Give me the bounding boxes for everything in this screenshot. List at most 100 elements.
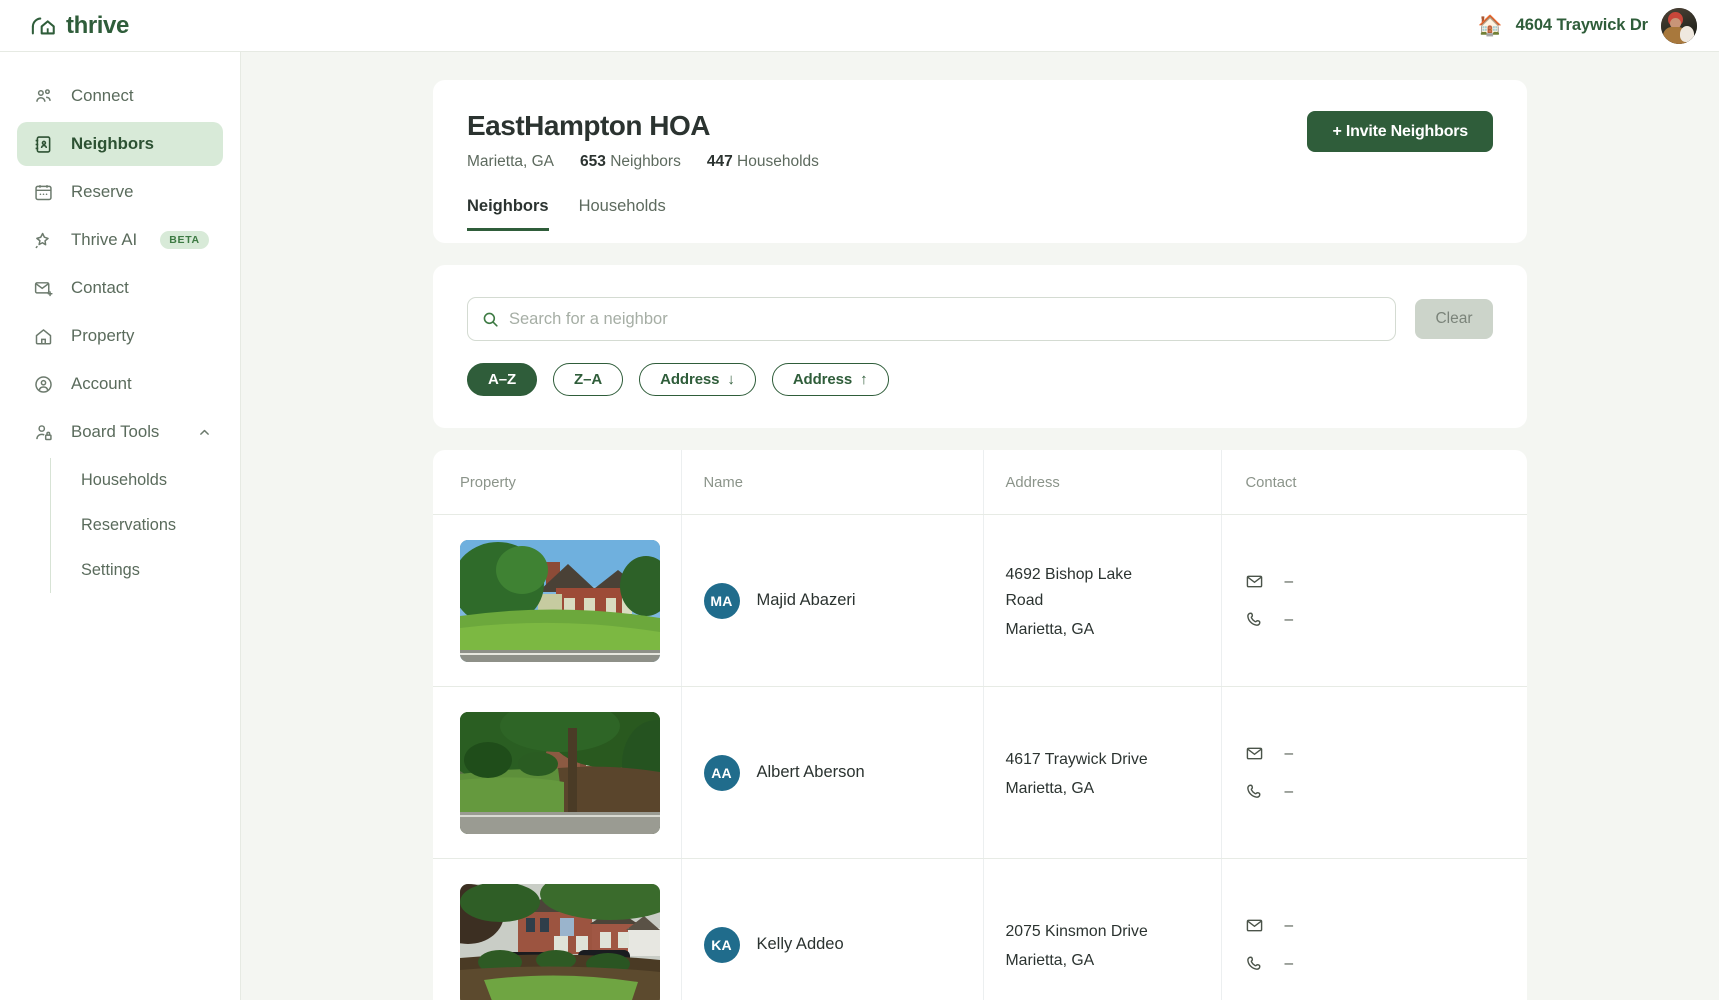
envelope-icon (1246, 747, 1262, 760)
sort-chip-address-desc[interactable]: Address ↓ (639, 363, 756, 396)
beta-badge: BETA (160, 231, 209, 249)
sidebar-subitem-households[interactable]: Households (51, 458, 240, 503)
address-city: Marietta, GA (1005, 952, 1095, 970)
envelope-plus-icon (34, 281, 53, 296)
table-row[interactable]: MA Majid Abazeri 4692 Bishop Lake Road M… (433, 514, 1528, 687)
sidebar-item-connect[interactable]: Connect (17, 74, 223, 118)
cell-contact: – – (1221, 858, 1528, 1000)
cell-contact: – – (1221, 514, 1528, 687)
sidebar-item-contact[interactable]: Contact (17, 266, 223, 310)
property-thumbnail[interactable] (460, 539, 660, 662)
contact-email-row: – (1246, 573, 1528, 591)
board-tools-subnav: Households Reservations Settings (50, 458, 240, 593)
table-body: MA Majid Abazeri 4692 Bishop Lake Road M… (433, 514, 1528, 1000)
contact-phone-row: – (1246, 611, 1528, 629)
households-count-value: 447 (706, 153, 733, 170)
sidebar-item-label: Contact (71, 278, 129, 297)
sidebar-item-board-tools[interactable]: Board Tools (17, 410, 223, 454)
sidebar-item-label: Reserve (71, 182, 134, 201)
sort-chip-label: Z–A (574, 371, 603, 388)
sidebar-item-label: Account (71, 374, 132, 393)
top-bar: thrive 🏠 4604 Traywick Dr (0, 0, 1719, 52)
tab-households[interactable]: Households (579, 197, 666, 231)
neighbor-name-group: KA Kelly Addeo (703, 926, 983, 963)
house-photo-shaded-trees (460, 711, 660, 834)
house-photo-brick-two-story (460, 539, 660, 662)
user-lock-icon (36, 424, 52, 440)
cell-name: MA Majid Abazeri (681, 514, 984, 687)
column-header-contact: Contact (1221, 450, 1527, 515)
address-street: 4617 Traywick Drive (1005, 750, 1148, 768)
sidebar-item-neighbors[interactable]: Neighbors (17, 122, 223, 166)
invite-neighbors-button[interactable]: + Invite Neighbors (1307, 111, 1493, 152)
table-head: Property Name Address Contact (433, 450, 1527, 515)
cell-name: AA Albert Aberson (681, 686, 984, 859)
arrow-down-icon: ↓ (727, 371, 735, 388)
sort-chip-a-z[interactable]: A–Z (467, 363, 538, 396)
neighbor-name[interactable]: Kelly Addeo (757, 935, 844, 954)
avatar[interactable] (1661, 7, 1697, 44)
property-thumbnail[interactable] (460, 711, 660, 834)
sidebar-item-label: Board Tools (71, 422, 160, 441)
sidebar-item-reserve[interactable]: Reserve (17, 170, 223, 214)
table-row[interactable]: AA Albert Aberson 4617 Traywick Drive Ma… (433, 686, 1528, 859)
neighbors-table: Property Name Address Contact MA Majid A… (433, 450, 1527, 1000)
neighbor-name[interactable]: Majid Abazeri (757, 591, 856, 610)
sidebar-item-account[interactable]: Account (17, 362, 223, 406)
cell-address: 2075 Kinsmon Drive Marietta, GA (983, 858, 1222, 1000)
sort-chip-label: A–Z (488, 371, 517, 388)
contact-email-row: – (1246, 745, 1528, 763)
arrow-up-icon: ↑ (860, 371, 868, 388)
main-content: EastHampton HOA Marietta, GA 653 Neighbo… (241, 52, 1719, 1000)
sort-chip-address-asc[interactable]: Address ↑ (771, 363, 889, 396)
sidebar-item-thrive-ai[interactable]: Thrive AI BETA (17, 218, 223, 262)
sidebar-item-label: Neighbors (71, 134, 154, 153)
neighbors-count-value: 653 (580, 153, 606, 170)
search-box[interactable] (467, 297, 1396, 341)
sidebar-item-label: Connect (71, 86, 134, 105)
cell-property (433, 514, 682, 687)
cell-property (433, 686, 682, 859)
home-icon (35, 328, 52, 345)
brand-logo[interactable]: thrive (31, 12, 129, 40)
sidebar-item-property[interactable]: Property (17, 314, 223, 358)
cell-property (433, 858, 682, 1000)
neighbor-name-group: AA Albert Aberson (703, 754, 983, 791)
neighbor-name-group: MA Majid Abazeri (703, 582, 983, 619)
phone-icon (1246, 956, 1260, 970)
clear-button[interactable]: Clear (1415, 299, 1493, 339)
property-thumbnail[interactable] (460, 883, 660, 1000)
cell-address: 4617 Traywick Drive Marietta, GA (983, 686, 1222, 859)
contact-phone-row: – (1246, 783, 1528, 801)
cell-contact: – – (1221, 686, 1528, 859)
address-city: Marietta, GA (1005, 780, 1095, 798)
calendar-icon (35, 184, 52, 200)
table-row[interactable]: KA Kelly Addeo 2075 Kinsmon Drive Mariet… (433, 858, 1528, 1000)
column-header-property: Property (433, 450, 682, 515)
neighbors-table-card: Property Name Address Contact MA Majid A… (433, 450, 1527, 1000)
content-tabs: Neighbors Households (467, 197, 1493, 231)
user-circle-icon (35, 375, 52, 393)
neighbor-name[interactable]: Albert Aberson (757, 763, 865, 782)
sort-chip-group: A–Z Z–A Address ↓ Address ↑ (467, 363, 1493, 396)
sidebar-subitem-settings[interactable]: Settings (51, 548, 240, 593)
sparkle-star-icon (35, 232, 49, 248)
sidebar-subitem-reservations[interactable]: Reservations (51, 503, 240, 548)
chevron-up-icon[interactable] (198, 426, 211, 439)
phone-icon (1246, 784, 1260, 798)
search-input[interactable] (509, 309, 1381, 329)
column-header-name: Name (681, 450, 984, 515)
cell-name: KA Kelly Addeo (681, 858, 984, 1000)
contact-email-value: – (1284, 572, 1294, 590)
page-header-card: EastHampton HOA Marietta, GA 653 Neighbo… (433, 80, 1527, 243)
house-arch-icon (31, 17, 55, 34)
tab-neighbors[interactable]: Neighbors (467, 197, 549, 231)
contact-phone-value: – (1284, 954, 1294, 972)
sort-chip-z-a[interactable]: Z–A (553, 363, 624, 396)
current-address-label[interactable]: 4604 Traywick Dr (1516, 16, 1648, 35)
sort-chip-label: Address (660, 371, 720, 388)
address-book-icon (35, 135, 51, 153)
contact-email-row: – (1246, 917, 1528, 935)
address-city: Marietta, GA (1005, 621, 1095, 639)
envelope-icon (1246, 575, 1262, 588)
